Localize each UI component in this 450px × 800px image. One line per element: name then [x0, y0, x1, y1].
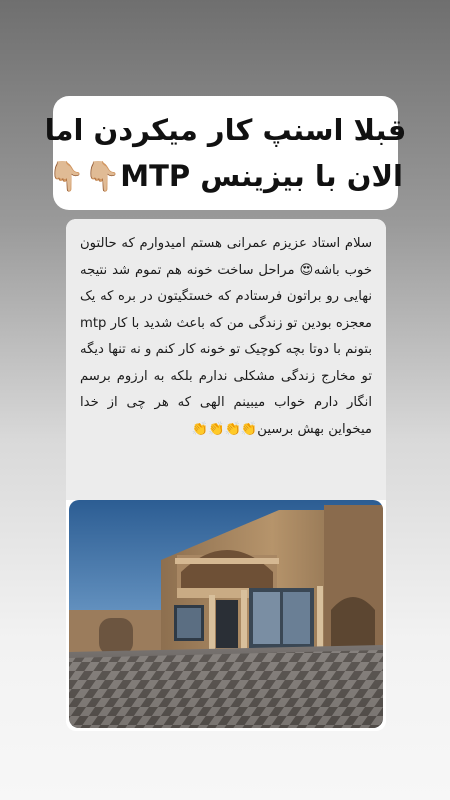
testimonial-post: سلام استاد عزیزم عمرانی هستم امیدوارم که… — [66, 219, 386, 731]
message-bubble: سلام استاد عزیزم عمرانی هستم امیدوارم که… — [66, 219, 386, 500]
headline-card: قبلا اسنپ کار میکردن اما الان با بیزینس … — [45, 96, 406, 210]
house-photo — [69, 500, 383, 728]
headline-line-2: الان با بیزینس MTP👇🏼👇🏼 — [48, 159, 403, 193]
testimonial-text: سلام استاد عزیزم عمرانی هستم امیدوارم که… — [80, 236, 372, 437]
headline-line-1: قبلا اسنپ کار میکردن اما — [44, 113, 407, 147]
